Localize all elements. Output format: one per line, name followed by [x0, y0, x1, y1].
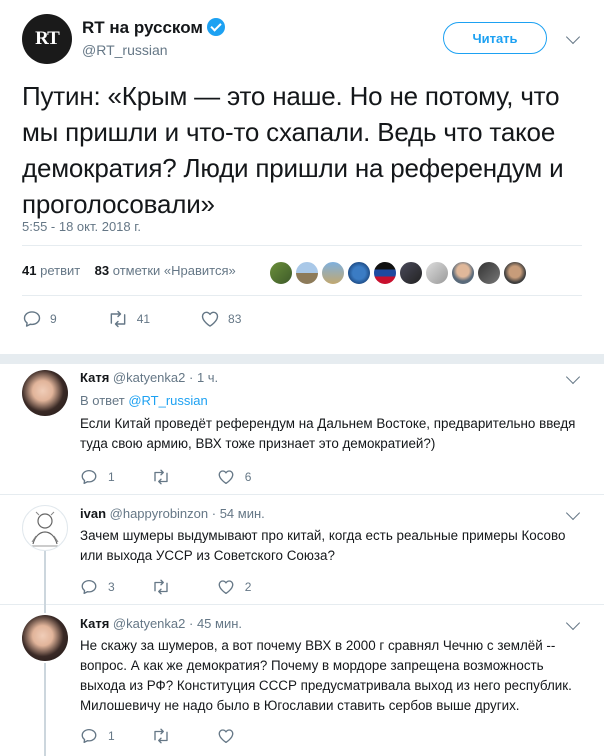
reply-tweet[interactable]: ivan @happyrobinzon · 54 мин. Зачем шуме…: [0, 495, 604, 605]
avatar[interactable]: [22, 505, 68, 551]
retweet-button[interactable]: 41: [107, 309, 150, 329]
rt-avatar[interactable]: RT: [22, 14, 72, 64]
reply-header: Катя @katyenka2 · 45 мин.: [80, 616, 242, 631]
retweet-button[interactable]: [151, 727, 181, 745]
reply-time[interactable]: · 54 мин.: [212, 506, 265, 521]
reply-count: 9: [50, 312, 57, 326]
sketch-avatar-icon: [31, 511, 59, 547]
reply-text: Зачем шумеры выдумывают про китай, когда…: [80, 528, 566, 563]
avatar[interactable]: [22, 615, 68, 661]
liker-avatar[interactable]: [425, 261, 449, 285]
reply-actions: 1 6: [80, 468, 287, 486]
thread-line: [44, 605, 46, 613]
heart-icon: [218, 470, 234, 485]
tweet-timestamp[interactable]: 5:55 - 18 окт. 2018 г.: [22, 219, 141, 234]
thread-line: [44, 551, 46, 605]
retweet-icon: [110, 310, 126, 328]
reply-header: Катя @katyenka2 · 1 ч.: [80, 370, 218, 385]
thread-line: [44, 663, 46, 756]
rt-logo-text: RT: [35, 28, 60, 49]
reply-text: Если Китай проведёт референдум на Дальне…: [80, 416, 576, 451]
like-count: 2: [244, 580, 252, 594]
reply-header: ivan @happyrobinzon · 54 мин.: [80, 506, 265, 521]
reply-author-handle[interactable]: @happyrobinzon: [110, 506, 208, 521]
section-gap: [0, 354, 604, 364]
reply-actions: 1: [80, 727, 281, 745]
reply-button[interactable]: 1: [80, 468, 115, 486]
liker-avatar[interactable]: [373, 261, 397, 285]
heart-icon: [218, 729, 234, 744]
follow-button[interactable]: Читать: [443, 22, 547, 54]
reply-author-name[interactable]: ivan: [80, 506, 106, 521]
avatar[interactable]: [22, 370, 68, 416]
author-name-text: RT на русском: [82, 18, 203, 37]
author-name[interactable]: RT на русском: [82, 18, 225, 38]
reply-time[interactable]: · 45 мин.: [189, 616, 242, 631]
reply-menu-chevron-icon[interactable]: [565, 615, 581, 631]
divider: [22, 245, 582, 246]
reply-author-name[interactable]: Катя: [80, 616, 109, 631]
tweet-text: Путин: «Крым — это наше. Но не потому, ч…: [22, 81, 564, 219]
reply-to-handle-link[interactable]: @RT_russian: [128, 393, 207, 408]
reply-icon: [81, 579, 97, 595]
retweet-icon: [154, 728, 168, 744]
reply-author-handle[interactable]: @katyenka2: [113, 616, 185, 631]
liker-avatar[interactable]: [477, 261, 501, 285]
tweet-menu-chevron-icon[interactable]: [565, 29, 581, 45]
reply-tweet[interactable]: Катя @katyenka2 · 45 мин. Не скажу за шу…: [0, 605, 604, 756]
like-button[interactable]: 2: [217, 578, 252, 596]
reply-to: В ответ @RT_russian: [80, 393, 208, 408]
retweet-icon: [154, 469, 168, 485]
retweet-button[interactable]: [151, 578, 181, 596]
divider: [22, 295, 582, 296]
liker-avatar[interactable]: [451, 261, 475, 285]
reply-button[interactable]: 3: [80, 578, 115, 596]
liker-avatar[interactable]: [503, 261, 527, 285]
like-button[interactable]: [217, 727, 245, 745]
liker-avatar[interactable]: [269, 261, 293, 285]
reply-author-name[interactable]: Катя: [80, 370, 109, 385]
retweet-count: 41: [136, 312, 151, 326]
reply-text: Не скажу за шумеров, а вот почему ВВХ в …: [80, 638, 572, 713]
reply-menu-chevron-icon[interactable]: [565, 505, 581, 521]
reply-to-prefix: В ответ: [80, 393, 125, 408]
verified-badge-icon: [206, 18, 225, 36]
reply-tweet[interactable]: Катя @katyenka2 · 1 ч. В ответ @RT_russi…: [0, 364, 604, 495]
reply-time[interactable]: · 1 ч.: [189, 370, 218, 385]
reply-icon: [23, 311, 41, 327]
like-button[interactable]: 6: [217, 468, 252, 486]
reply-icon: [81, 728, 97, 744]
reply-button[interactable]: 1: [80, 727, 115, 745]
liker-avatar[interactable]: [321, 261, 345, 285]
like-count: 6: [244, 470, 252, 484]
retweet-button[interactable]: [151, 468, 181, 486]
liker-avatar[interactable]: [295, 261, 319, 285]
reply-author-handle[interactable]: @katyenka2: [113, 370, 185, 385]
tweet-stats: 41 ретвит 83 отметки «Нравится»: [22, 263, 236, 278]
author-handle[interactable]: @RT_russian: [82, 42, 168, 58]
reply-icon: [81, 469, 97, 485]
reply-button[interactable]: 9: [22, 309, 57, 329]
main-tweet: RT RT на русском @RT_russian Читать Пути…: [0, 0, 604, 354]
likers-avatars: [269, 261, 529, 285]
retweet-icon: [154, 579, 168, 595]
liker-avatar[interactable]: [347, 261, 371, 285]
reply-count: 1: [108, 729, 115, 743]
like-count: 83: [228, 312, 242, 326]
reply-actions: 3 2: [80, 578, 287, 596]
reply-count: 3: [108, 580, 115, 594]
reply-count: 1: [108, 470, 115, 484]
heart-icon: [218, 580, 234, 595]
likes-stat[interactable]: 83 отметки «Нравится»: [95, 263, 236, 278]
like-button[interactable]: 83: [200, 309, 241, 329]
tweet-actions: 9 41 83: [22, 309, 241, 329]
reply-menu-chevron-icon[interactable]: [565, 369, 581, 385]
liker-avatar[interactable]: [399, 261, 423, 285]
retweet-stat[interactable]: 41 ретвит: [22, 263, 80, 278]
heart-icon: [201, 311, 219, 327]
